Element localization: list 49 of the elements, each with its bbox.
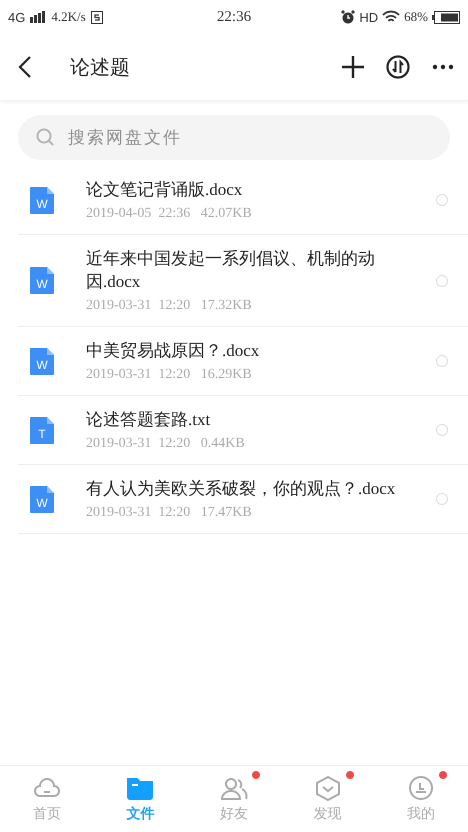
file-meta: 2019-03-31 12:20 17.47KB [86, 505, 253, 521]
select-radio[interactable] [436, 274, 448, 286]
hexagon-icon [314, 775, 342, 801]
wifi-icon [382, 10, 400, 24]
signal-icon [30, 11, 46, 23]
file-row[interactable]: W 近年来中国发起一系列倡议、机制的动因.docx 2019-03-31 12:20 17.32KB [18, 235, 468, 326]
select-radio[interactable] [436, 493, 448, 505]
file-name: 论述答题套路.txt [86, 409, 212, 431]
transfer-icon [386, 55, 410, 79]
hd-label: HD [359, 10, 378, 24]
people-icon [220, 775, 248, 801]
more-icon [432, 64, 454, 70]
add-button[interactable] [342, 56, 364, 78]
plus-icon [342, 56, 364, 78]
select-radio[interactable] [436, 424, 448, 436]
search-icon [36, 128, 54, 146]
battery-percent: 68% [404, 9, 428, 25]
file-icon: W [30, 186, 54, 214]
file-name: 论文笔记背诵版.docx [86, 179, 244, 201]
file-icon: W [30, 348, 54, 374]
file-row[interactable]: W 论文笔记背诵版.docx 2019-04-05 22:36 42.07KB [18, 166, 468, 234]
sim-icon [90, 10, 103, 24]
file-meta: 2019-04-05 22:36 42.07KB [86, 206, 253, 222]
search-field[interactable]: 搜索网盘文件 [18, 115, 450, 160]
battery-icon [432, 10, 460, 24]
file-name: 近年来中国发起一系列倡议、机制的动因.docx [86, 248, 376, 293]
more-button[interactable] [432, 64, 454, 70]
file-row[interactable]: T 论述答题套路.txt 2019-03-31 12:20 0.44KB [18, 396, 468, 464]
back-button[interactable] [18, 55, 32, 79]
clock-time: 22:36 [216, 8, 252, 24]
file-meta: 2019-03-31 12:20 0.44KB [86, 436, 246, 452]
file-meta: 2019-03-31 12:20 17.32KB [86, 298, 253, 314]
folder-icon [126, 775, 154, 801]
file-icon: W [30, 267, 54, 294]
alarm-icon [341, 10, 356, 24]
file-meta: 2019-03-31 12:20 16.29KB [86, 367, 253, 383]
file-row[interactable]: W 有人认为美欧关系破裂，你的观点？.docx 2019-03-31 12:20 17.47KB [18, 465, 468, 533]
file-row[interactable]: W 中美贸易战原因？.docx 2019-03-31 12:20 16.29KB [18, 327, 468, 395]
select-radio[interactable] [436, 355, 448, 367]
page-title: 论述题 [70, 56, 131, 80]
back-icon [18, 55, 32, 79]
network-type: 4G [8, 10, 26, 24]
file-name: 有人认为美欧关系破裂，你的观点？.docx [86, 478, 396, 500]
select-radio[interactable] [436, 194, 448, 206]
transfer-button[interactable] [386, 55, 410, 79]
network-speed: 4.2K/s [51, 9, 86, 25]
file-icon: T [30, 416, 54, 444]
file-name: 中美贸易战原因？.docx [86, 340, 260, 362]
file-icon: W [30, 486, 54, 512]
